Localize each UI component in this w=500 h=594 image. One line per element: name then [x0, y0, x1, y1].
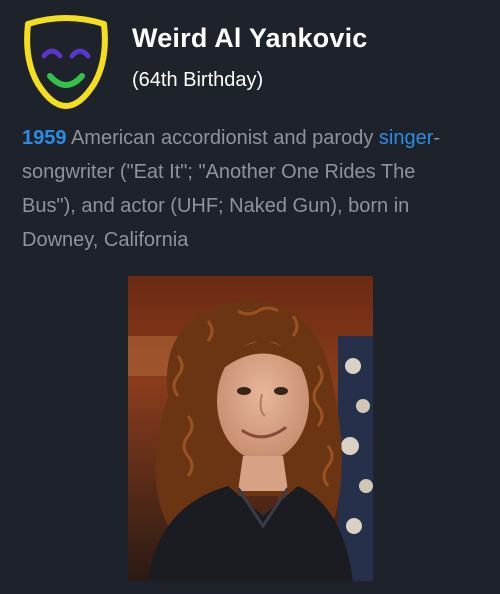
portrait-photo: [128, 276, 373, 581]
birthday-subtitle: (64th Birthday): [132, 69, 264, 91]
description-text-2: -: [433, 127, 441, 149]
description-line-2: songwriter ("Eat It"; "Another One Rides…: [22, 161, 416, 183]
description-line-3: Bus"), and actor (UHF; Naked Gun), born …: [22, 195, 410, 217]
person-name: Weird Al Yankovic: [132, 23, 368, 53]
singer-link[interactable]: singer: [379, 127, 433, 149]
description-line-4: Downey, California: [22, 229, 189, 251]
year-label[interactable]: 1959: [22, 127, 67, 149]
theater-mask-icon: [22, 14, 110, 110]
description-text-1: American accordionist and parody: [66, 127, 379, 149]
description: 1959 American accordionist and parody si…: [22, 121, 482, 257]
description-line-1: 1959 American accordionist and parody si…: [22, 121, 482, 155]
